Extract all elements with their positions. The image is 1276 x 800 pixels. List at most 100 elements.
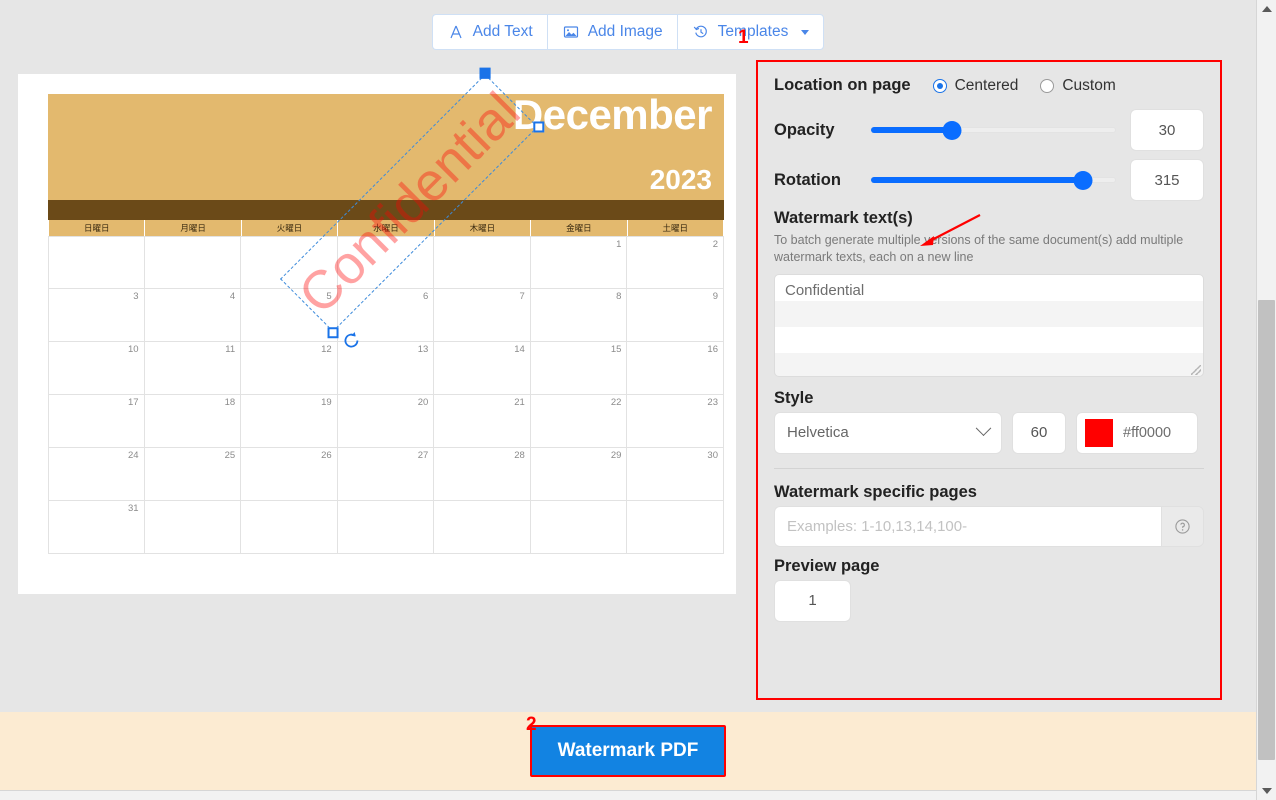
calendar-weekday-0: 日曜日 <box>49 220 146 236</box>
radio-option-custom[interactable]: Custom <box>1040 77 1116 95</box>
calendar-day-cell: 14 <box>434 342 531 395</box>
templates-label: Templates <box>717 23 789 40</box>
textarea-resize-grip[interactable] <box>1191 364 1201 375</box>
footer-bar: Watermark PDF 2 <box>0 712 1256 790</box>
calendar-day-cell: 30 <box>627 448 724 501</box>
location-on-page-label: Location on page <box>774 76 911 94</box>
calendar-day-cell: 10 <box>48 342 145 395</box>
calendar-day-cell: 25 <box>144 448 242 501</box>
calendar-day-cell: 11 <box>144 342 242 395</box>
watermark-texts-heading: Watermark text(s) <box>774 209 913 227</box>
calendar-day-cell: 16 <box>627 342 724 395</box>
horizontal-scrollbar[interactable] <box>0 790 1256 800</box>
calendar-weekday-2: 火曜日 <box>242 220 339 236</box>
image-icon <box>562 23 580 41</box>
calendar-header: December 2023 <box>48 94 724 200</box>
watermark-texts-textarea[interactable]: Confidential <box>774 273 1204 377</box>
calendar-day-cell: 17 <box>48 395 145 448</box>
toolbar-button-group: Add Text Add Image Templates <box>431 14 825 50</box>
calendar-day-cell: 5 <box>241 289 338 342</box>
watermark-texts-value: Confidential <box>785 281 865 299</box>
add-text-button[interactable]: Add Text <box>431 14 547 50</box>
calendar-day-cell <box>434 236 531 289</box>
specific-pages-heading: Watermark specific pages <box>774 482 977 501</box>
opacity-label: Opacity <box>774 120 835 139</box>
radio-centered-label: Centered <box>954 76 1019 94</box>
calendar-weekday-3: 水曜日 <box>338 220 435 236</box>
specific-pages-input[interactable]: Examples: 1-10,13,14,100- <box>775 506 1161 546</box>
calendar-day-cell: 18 <box>144 395 242 448</box>
calendar-day-cell <box>241 236 338 289</box>
calendar-month-label: December <box>512 91 713 138</box>
radio-centered-icon[interactable] <box>932 78 947 93</box>
scroll-down-button[interactable] <box>1257 782 1276 800</box>
scrollbar-thumb[interactable] <box>1258 300 1275 760</box>
chevron-down-icon <box>1261 788 1272 794</box>
calendar-day-cell: 8 <box>530 289 628 342</box>
resize-handle-top[interactable] <box>479 67 491 79</box>
calendar-graphic: December 2023 日曜日 月曜日 火曜日 水曜日 木曜日 金曜日 土曜日 1234… <box>48 94 724 564</box>
calendar-day-cell: 20 <box>337 395 435 448</box>
style-controls-row: Helvetica 60 #ff0000 <box>774 411 1204 454</box>
scroll-up-button[interactable] <box>1257 0 1276 18</box>
font-size-input[interactable]: 60 <box>1012 411 1066 454</box>
add-text-label: Add Text <box>472 23 533 40</box>
radio-custom-icon[interactable] <box>1040 78 1055 93</box>
color-swatch[interactable] <box>1085 418 1113 447</box>
calendar-day-grid: 1 2 3 4 5 6 7 8 9 10 11 12 13 14 15 16 17 18 19 20 21 22 23 24 2… <box>48 236 724 554</box>
text-a-icon <box>447 23 465 41</box>
preview-page-input[interactable]: 1 <box>774 579 851 622</box>
watermark-pdf-button[interactable]: Watermark PDF <box>529 725 727 777</box>
calendar-day-cell: 15 <box>530 342 628 395</box>
calendar-day-cell: 3 <box>48 289 145 342</box>
calendar-day-cell: 19 <box>241 395 338 448</box>
document-preview-page[interactable]: December 2023 日曜日 月曜日 火曜日 水曜日 木曜日 金曜日 土曜日 1234… <box>18 67 736 594</box>
calendar-day-cell: 21 <box>434 395 531 448</box>
rotation-value-input[interactable]: 315 <box>1130 159 1204 201</box>
rotation-slider-fill <box>871 177 1084 183</box>
watermark-settings-panel: Location on page Centered Custom Opacity… <box>756 60 1222 700</box>
watermark-texts-hint: To batch generate multiple versions of t… <box>774 233 1184 264</box>
vertical-scrollbar[interactable] <box>1256 0 1276 800</box>
specific-pages-field[interactable]: Examples: 1-10,13,14,100- <box>774 505 1204 547</box>
rotation-slider[interactable] <box>870 171 1116 190</box>
rotation-slider-thumb[interactable] <box>1073 171 1093 190</box>
calendar-day-cell: 1 <box>530 236 628 289</box>
calendar-day-cell <box>144 236 242 289</box>
calendar-day-cell: 24 <box>48 448 145 501</box>
add-image-button[interactable]: Add Image <box>546 14 677 50</box>
templates-button[interactable]: Templates <box>676 14 825 50</box>
calendar-day-cell: 12 <box>241 342 338 395</box>
history-clock-icon <box>692 23 710 41</box>
calendar-day-cell <box>241 501 338 554</box>
calendar-day-cell <box>337 501 435 554</box>
calendar-day-cell: 29 <box>530 448 628 501</box>
opacity-slider[interactable] <box>870 121 1116 140</box>
annotation-arrow <box>920 214 981 246</box>
calendar-day-cell: 31 <box>48 501 145 554</box>
calendar-day-cell <box>337 236 435 289</box>
calendar-day-cell <box>48 236 145 289</box>
chevron-up-icon <box>1261 6 1272 12</box>
opacity-slider-thumb[interactable] <box>942 121 962 140</box>
top-toolbar: Add Text Add Image Templates <box>0 0 1256 64</box>
opacity-value-input[interactable]: 30 <box>1130 109 1204 151</box>
calendar-day-cell: 23 <box>627 395 724 448</box>
location-on-page-row: Location on page Centered Custom <box>774 76 1204 95</box>
calendar-weekday-4: 木曜日 <box>435 220 532 236</box>
rotation-label: Rotation <box>774 170 841 189</box>
calendar-day-cell <box>627 501 724 554</box>
annotation-marker-2: 2 <box>526 714 537 735</box>
chevron-down-icon <box>801 29 810 35</box>
radio-option-centered[interactable]: Centered <box>932 76 1019 95</box>
font-color-picker[interactable]: #ff0000 <box>1076 411 1198 454</box>
font-family-select[interactable]: Helvetica <box>774 411 1002 454</box>
add-image-label: Add Image <box>587 23 663 40</box>
calendar-day-cell: 2 <box>627 236 724 289</box>
calendar-day-cell: 28 <box>434 448 531 501</box>
calendar-accent-band <box>48 200 724 220</box>
calendar-weekday-6: 土曜日 <box>628 220 724 236</box>
question-circle-icon[interactable] <box>1161 506 1203 546</box>
calendar-day-cell <box>530 501 628 554</box>
color-hex-value: #ff0000 <box>1123 424 1172 441</box>
